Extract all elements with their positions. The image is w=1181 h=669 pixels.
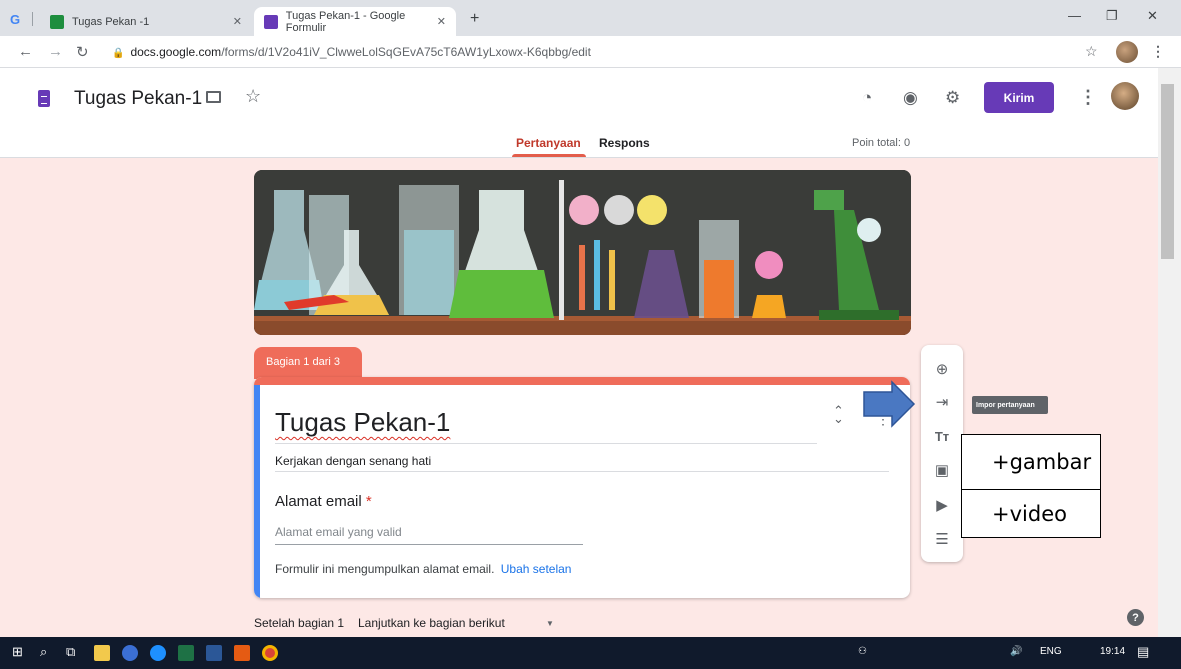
- add-video-icon[interactable]: ▶: [931, 494, 953, 516]
- section-tab: Bagian 1 dari 3: [254, 347, 362, 379]
- email-input-underline: [275, 544, 583, 545]
- address-bar-row: ← → ↻ 🔒 docs.google.com/forms/d/1V2o41iV_…: [0, 36, 1181, 68]
- windows-start-icon[interactable]: ⊞: [12, 644, 23, 660]
- url-field[interactable]: 🔒 docs.google.com/forms/d/1V2o41iV_ClwweL…: [112, 45, 591, 59]
- excel-icon[interactable]: [178, 645, 194, 661]
- file-explorer-icon[interactable]: [94, 645, 110, 661]
- forward-icon[interactable]: →: [48, 43, 63, 60]
- email-label-text: Alamat email: [275, 493, 362, 510]
- new-tab-button[interactable]: +: [470, 10, 479, 28]
- scrollbar-thumb[interactable]: [1161, 84, 1174, 259]
- palette-icon[interactable]: ◔: [862, 88, 872, 108]
- url-domain: docs.google.com: [130, 45, 222, 59]
- annotation-video-label: +video: [961, 489, 1101, 538]
- email-question-label: Alamat email *: [275, 493, 372, 510]
- forms-header: Tugas Pekan-1 ☆ ◔ ◉ ⚙ Kirim ⋮ Pertanyaan…: [0, 68, 1158, 158]
- window-close-icon[interactable]: ✕: [1147, 8, 1158, 24]
- doc-title[interactable]: Tugas Pekan-1: [74, 88, 202, 110]
- card-accent-bar: [254, 377, 910, 385]
- back-icon[interactable]: ←: [18, 43, 33, 60]
- add-title-icon[interactable]: Tт: [931, 425, 953, 447]
- help-icon[interactable]: ?: [1127, 609, 1144, 626]
- browser-profile-avatar[interactable]: [1116, 41, 1138, 63]
- forms-icon: [264, 14, 278, 29]
- add-question-icon[interactable]: ⊕: [931, 358, 953, 380]
- change-settings-link[interactable]: Ubah setelan: [501, 562, 572, 576]
- dropdown-caret-icon[interactable]: ▼: [546, 619, 554, 628]
- card-focus-indicator: [254, 385, 260, 598]
- email-input[interactable]: Alamat email yang valid: [275, 525, 402, 539]
- restore-icon[interactable]: ❐: [1106, 8, 1118, 24]
- add-image-icon[interactable]: ▣: [931, 459, 953, 481]
- form-title[interactable]: Tugas Pekan-1: [275, 407, 450, 438]
- forms-doc-icon[interactable]: [38, 90, 50, 107]
- browser-tab-strip: G Tugas Pekan -1 ✕ Tugas Pekan-1 - Googl…: [0, 0, 1181, 36]
- folder-icon[interactable]: [206, 91, 221, 103]
- tab-responses[interactable]: Respons: [599, 136, 650, 150]
- after-section-label: Setelah bagian 1: [254, 616, 345, 630]
- form-title-card[interactable]: Tugas Pekan-1 ⌃ ⌄ ⋮ Kerjakan dengan senan…: [254, 377, 910, 598]
- volume-icon[interactable]: 🔊: [1010, 646, 1022, 657]
- annotation-image-label: +gambar: [961, 434, 1101, 490]
- task-view-icon[interactable]: ⧉: [66, 644, 75, 660]
- app-icon[interactable]: [122, 645, 138, 661]
- add-section-icon[interactable]: ☰: [931, 528, 953, 550]
- account-avatar[interactable]: [1111, 82, 1139, 110]
- tooltip: Impor pertanyaan: [972, 396, 1048, 414]
- description-underline: [275, 471, 889, 472]
- more-options-icon[interactable]: ⋮: [1079, 87, 1097, 108]
- lang-indicator[interactable]: ENG: [1040, 646, 1062, 657]
- browser-tab-label: Tugas Pekan -1: [72, 15, 150, 28]
- floating-toolbar: ⊕ ⇥ Tт ▣ ▶ ☰: [921, 345, 963, 562]
- form-description[interactable]: Kerjakan dengan senang hati: [275, 454, 431, 468]
- word-icon[interactable]: [206, 645, 222, 661]
- app-icon-2[interactable]: [234, 645, 250, 661]
- send-button[interactable]: Kirim: [984, 82, 1054, 113]
- lock-icon: 🔒: [112, 48, 125, 59]
- lab-equipment-illustration: [254, 170, 911, 335]
- bookmark-star-icon[interactable]: ☆: [1085, 43, 1098, 60]
- people-icon[interactable]: ⚇: [858, 646, 867, 657]
- browser-tab-1[interactable]: Tugas Pekan -1 ✕: [40, 7, 252, 36]
- notifications-icon[interactable]: ▤: [1137, 644, 1149, 660]
- clock[interactable]: 19:14: [1100, 646, 1125, 657]
- total-points: Poin total: 0: [852, 137, 911, 149]
- tab-separator: [32, 12, 33, 26]
- windows-taskbar: ⊞ ⌕ ⧉ ⚇ 🔊 ENG 19:14 ▤: [0, 637, 1181, 669]
- search-icon[interactable]: ⌕: [40, 644, 47, 660]
- preview-eye-icon[interactable]: ◉: [903, 88, 918, 108]
- google-icon[interactable]: G: [10, 12, 20, 27]
- minimize-icon[interactable]: —: [1068, 8, 1081, 23]
- header-banner-image: [254, 170, 911, 335]
- chrome-menu-icon[interactable]: ⋮: [1151, 43, 1165, 60]
- chrome-taskbar-icon[interactable]: [262, 645, 278, 661]
- browser-tab-label: Tugas Pekan-1 - Google Formulir: [285, 9, 406, 34]
- edge-icon[interactable]: [150, 645, 166, 661]
- star-icon[interactable]: ☆: [245, 86, 261, 107]
- reload-icon[interactable]: ↻: [76, 43, 89, 61]
- browser-tab-2[interactable]: Tugas Pekan-1 - Google Formulir ✕: [254, 7, 456, 36]
- required-asterisk: *: [365, 493, 372, 510]
- active-tab-indicator: [512, 154, 586, 157]
- email-collection-note: Formulir ini mengumpulkan alamat email. …: [275, 562, 571, 576]
- annotation-arrow-icon: [863, 380, 916, 428]
- classroom-icon: [50, 14, 64, 29]
- close-icon[interactable]: ✕: [437, 15, 446, 28]
- close-icon[interactable]: ✕: [233, 15, 242, 28]
- title-underline: [275, 443, 817, 444]
- import-questions-icon[interactable]: ⇥: [931, 391, 953, 413]
- collapse-section-icon[interactable]: ⌃ ⌄: [833, 404, 844, 425]
- url-path: /forms/d/1V2o41iV_ClwweLolSqGEvA75cT6AW1…: [221, 45, 591, 59]
- tab-questions[interactable]: Pertanyaan: [516, 136, 581, 150]
- email-collection-text: Formulir ini mengumpulkan alamat email.: [275, 562, 495, 576]
- after-section-dropdown[interactable]: Lanjutkan ke bagian berikut: [358, 616, 505, 630]
- settings-gear-icon[interactable]: ⚙: [945, 88, 960, 108]
